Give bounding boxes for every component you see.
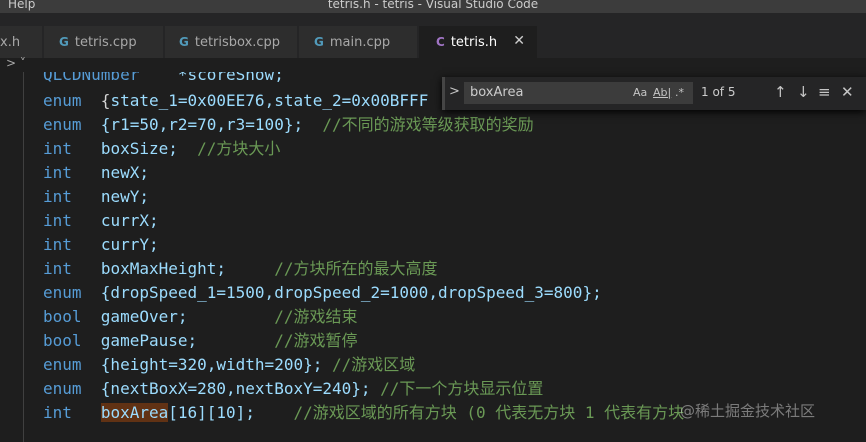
code-token: {height=320,width=200};	[100, 355, 323, 374]
tab-x-h[interactable]: x.h	[0, 26, 43, 58]
code-token: QLCDNumber	[43, 72, 140, 84]
code-keyword: int	[43, 163, 72, 182]
code-line: int newX;	[43, 161, 149, 185]
watermark: @稀土掘金技术社区	[680, 402, 816, 420]
code-token: boxSize;	[100, 139, 178, 158]
indent-guide	[23, 72, 24, 442]
code-token: {dropSpeed_1=1500,dropSpeed_2=1000,dropS…	[100, 283, 602, 302]
code-line: bool gamePause; //游戏暂停	[43, 329, 357, 353]
find-widget: > boxArea Aa Ab| .* 1 of 5 ↑ ↓ ≡ ✕	[442, 77, 866, 110]
search-match-highlight: boxArea	[100, 403, 169, 422]
tab-main-cpp[interactable]: G main.cpp	[299, 26, 418, 58]
breadcrumb-text: > ˅	[6, 56, 26, 70]
code-comment: //游戏暂停	[274, 331, 358, 350]
code-keyword: bool	[43, 307, 82, 326]
code-line: enum {nextBoxX=280,nextBoxY=240}; //下一个方…	[43, 377, 543, 401]
code-token: boxMaxHeight;	[100, 259, 227, 278]
code-line: enum {state_1=0x00EE76,state_2=0x00BFFF	[43, 89, 428, 113]
code-keyword: int	[43, 187, 72, 206]
code-token: gameOver;	[100, 307, 188, 326]
code-keyword: enum	[43, 355, 82, 374]
tab-bar: x.h G tetris.cpp G tetrisbox.cpp G main.…	[0, 13, 866, 58]
code-line: int boxSize; //方块大小	[43, 137, 280, 161]
code-line: int boxMaxHeight; //方块所在的最大高度	[43, 257, 438, 281]
code-line: bool gameOver; //游戏结束	[43, 305, 357, 329]
previous-match-icon[interactable]: ↑	[774, 83, 787, 101]
close-tab-icon[interactable]: ✕	[513, 33, 525, 49]
code-keyword: int	[43, 259, 72, 278]
code-line: enum {r1=50,r2=70,r3=100}; //不同的游戏等级获取的奖…	[43, 113, 534, 137]
tab-tetrisbox-cpp[interactable]: G tetrisbox.cpp	[165, 26, 298, 58]
tab-label: tetrisbox.cpp	[194, 34, 281, 50]
code-comment: //游戏区域的所有方块 (0 代表无方块 1 代表有方块	[293, 403, 685, 422]
tab-tetris-cpp[interactable]: G tetris.cpp	[44, 26, 164, 58]
code-line: int currX;	[43, 209, 159, 233]
code-comment: //不同的游戏等级获取的奖励	[322, 115, 534, 134]
code-comment: //方块大小	[197, 139, 281, 158]
code-keyword: enum	[43, 91, 82, 110]
regex-icon[interactable]: .*	[675, 86, 684, 99]
code-token: newY;	[100, 187, 149, 206]
code-comment: //游戏结束	[274, 307, 358, 326]
code-keyword: enum	[43, 379, 82, 398]
header-file-icon: C	[436, 35, 445, 49]
code-token: {	[100, 91, 111, 110]
code-line: int currY;	[43, 233, 159, 257]
title-bar: Help tetris.h - tetris - Visual Studio C…	[0, 0, 866, 13]
code-token: gamePause;	[100, 331, 198, 350]
code-keyword: int	[43, 211, 72, 230]
code-line: enum {dropSpeed_1=1500,dropSpeed_2=1000,…	[43, 281, 602, 305]
breadcrumb[interactable]: > ˅	[0, 56, 866, 72]
tab-label: x.h	[0, 34, 21, 50]
code-token: *scoreShow;	[177, 72, 284, 84]
code-keyword: int	[43, 235, 72, 254]
code-comment: //方块所在的最大高度	[274, 259, 438, 278]
code-line: int newY;	[43, 185, 149, 209]
cpp-file-icon: G	[314, 35, 324, 49]
code-comment: //游戏区域	[332, 355, 416, 374]
code-token: [16][10];	[168, 403, 255, 422]
code-keyword: int	[43, 403, 72, 422]
cpp-file-icon: G	[59, 35, 69, 49]
code-editor[interactable]: QLCDNumber *scoreShow; enum {state_1=0x0…	[0, 72, 866, 442]
tab-label: tetris.h	[450, 34, 498, 50]
match-count: 1 of 5	[701, 85, 736, 99]
code-keyword: enum	[43, 115, 82, 134]
code-token: currX;	[100, 211, 159, 230]
code-line: int boxArea[16][10]; //游戏区域的所有方块 (0 代表无方…	[43, 401, 684, 425]
code-line: enum {height=320,width=200}; //游戏区域	[43, 353, 415, 377]
find-in-selection-icon[interactable]: ≡	[818, 83, 831, 101]
window-title: tetris.h - tetris - Visual Studio Code	[327, 0, 539, 11]
whole-word-icon[interactable]: Ab|	[653, 86, 671, 99]
next-match-icon[interactable]: ↓	[797, 83, 810, 101]
code-token: {r1=50,r2=70,r3=100};	[100, 115, 304, 134]
code-keyword: int	[43, 139, 72, 158]
close-icon[interactable]: ✕	[841, 83, 854, 101]
code-token: {nextBoxX=280,nextBoxY=240};	[100, 379, 371, 398]
code-token: currY;	[100, 235, 159, 254]
code-line: QLCDNumber *scoreShow;	[43, 72, 284, 87]
code-token: state_1=0x00EE76,state_2=0x00BFFF	[110, 91, 429, 110]
code-keyword: enum	[43, 283, 82, 302]
toggle-replace-icon[interactable]: >	[449, 84, 460, 99]
cpp-file-icon: G	[179, 35, 189, 49]
code-keyword: bool	[43, 331, 82, 350]
code-token: newX;	[100, 163, 149, 182]
tab-tetris-h[interactable]: C tetris.h ✕	[419, 26, 538, 58]
tab-label: main.cpp	[329, 34, 391, 50]
match-case-icon[interactable]: Aa	[633, 86, 647, 99]
code-comment: //下一个方块显示位置	[380, 379, 544, 398]
tab-label: tetris.cpp	[74, 34, 137, 50]
